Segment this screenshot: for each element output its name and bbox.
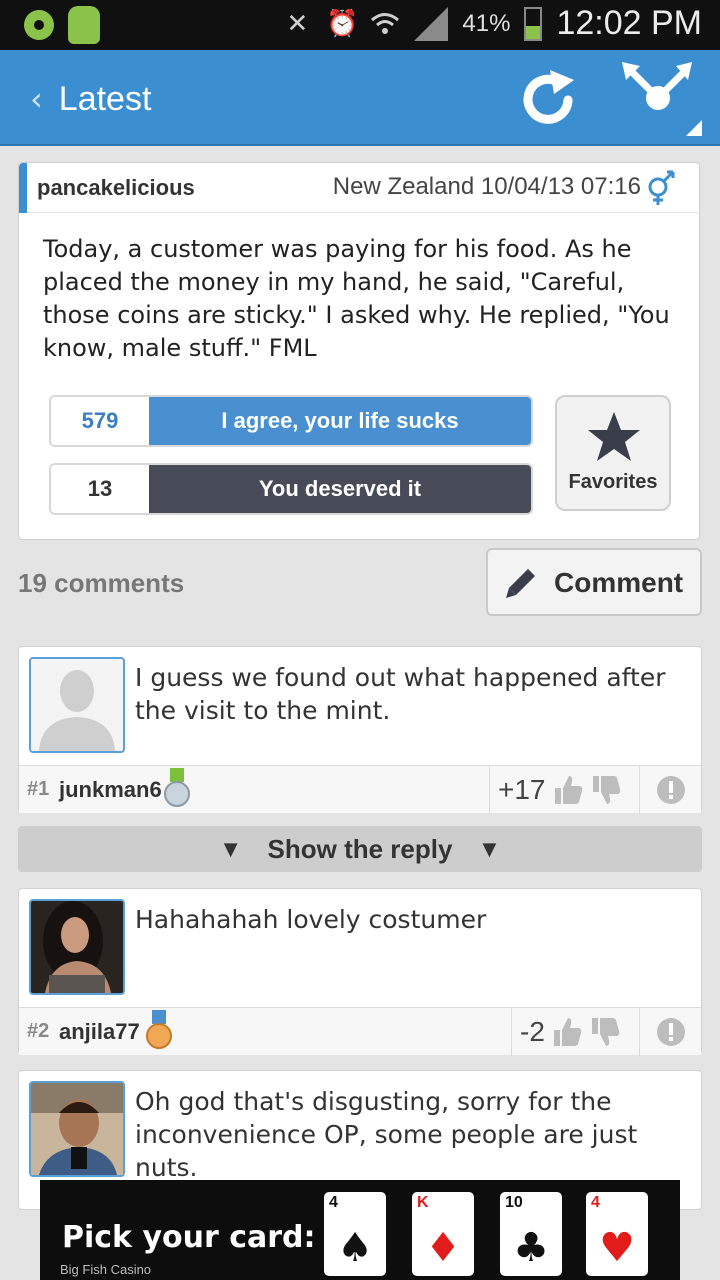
triangle-down-icon: ▼ [482,838,497,860]
pencil-icon [506,569,535,598]
show-reply-label: Show the reply [267,833,453,864]
triangle-down-icon: ▼ [223,838,238,860]
deserved-count: 13 [51,465,149,513]
heart-icon: ♥ [599,1225,635,1271]
comment-author[interactable]: junkman6 [59,777,162,803]
show-reply-button[interactable]: ▼ Show the reply ▼ [18,826,702,872]
agree-label: I agree, your life sucks [149,397,531,445]
ad-text: Pick your card: [62,1220,316,1255]
user-photo-icon [31,1083,123,1175]
thumbs-down-icon[interactable] [590,774,622,806]
comment-vote-box: -2 [511,1008,621,1056]
comment-number: #1 [27,778,50,800]
comment-vote-box: +17 [489,766,622,814]
favorites-button[interactable]: Favorites [555,395,671,511]
gender-symbol-icon [648,170,675,205]
default-avatar-icon [31,659,123,751]
comment-footer: #1 junkman6 +17 [19,765,701,814]
deserved-label: You deserved it [149,465,531,513]
battery-icon [524,6,543,41]
comment-text: I guess we found out what happened after… [135,663,666,725]
thumbs-up-icon[interactable] [551,1016,583,1048]
thumbs-up-icon[interactable] [552,774,584,806]
diamond-icon: ♦ [425,1225,461,1271]
avatar[interactable] [29,657,125,753]
comment-button[interactable]: Comment [486,548,702,616]
deserved-button[interactable]: 13 You deserved it [49,463,533,515]
exclamation-icon [656,1018,685,1046]
post-author[interactable]: pancakelicious [37,175,195,201]
ad-banner[interactable]: Pick your card: Big Fish Casino 4 ♠ K ♦ … [40,1180,680,1280]
report-button[interactable] [639,1008,701,1056]
alarm-icon: ⏰ [326,8,359,39]
comment-text: Hahahahah lovely costumer [135,905,487,934]
comment-card: Hahahahah lovely costumer #2 anjila77 -2 [18,888,702,1056]
club-icon: ♣ [513,1225,549,1271]
post-card: pancakelicious New Zealand 10/04/13 07:1… [18,162,701,540]
comment-text: Oh god that's disgusting, sorry for the … [135,1087,638,1182]
playing-card: 10 ♣ [500,1192,562,1276]
agree-button[interactable]: 579 I agree, your life sucks [49,395,533,447]
exclamation-icon [656,776,685,804]
comment-number: #2 [27,1020,50,1042]
gender-filter-button[interactable] [616,58,706,142]
gender-filter-icon [622,62,702,136]
comment-score: -2 [520,1016,545,1047]
post-meta: New Zealand 10/04/13 07:16 [332,173,641,200]
chevron-left-icon: ‹ [30,80,43,118]
ad-brand: Big Fish Casino [60,1262,152,1277]
comment-footer: #2 anjila77 -2 [19,1007,701,1056]
refresh-icon [523,70,574,124]
avatar[interactable] [29,899,125,995]
comments-count: 19 comments [18,568,185,598]
status-bar: ✕ ⏰ 41% 12:02 PM [0,0,720,50]
wifi-signal-icon [370,9,400,39]
back-button[interactable]: ‹ Latest [30,74,151,124]
post-header: pancakelicious New Zealand 10/04/13 07:1… [19,163,701,213]
cell-signal-icon [414,6,449,41]
clock: 12:02 PM [556,4,702,42]
comment-score: +17 [498,774,546,805]
comment-card: I guess we found out what happened after… [18,646,702,814]
refresh-button[interactable] [516,68,580,132]
favorites-label: Favorites [568,471,658,493]
user-photo-icon [31,901,123,993]
action-bar: ‹ Latest [0,50,720,146]
report-button[interactable] [639,766,701,814]
android-icon [68,6,100,44]
thumbs-down-icon[interactable] [589,1016,621,1048]
spade-icon: ♠ [337,1225,373,1271]
avatar[interactable] [29,1081,125,1177]
page-title: Latest [58,79,152,118]
mute-icon: ✕ [286,8,309,39]
playing-card: 4 ♠ [324,1192,386,1276]
comment-author[interactable]: anjila77 [59,1019,140,1045]
playing-card: 4 ♥ [586,1192,648,1276]
battery-percent: 41% [462,9,511,37]
agree-count: 579 [51,397,149,445]
comment-button-label: Comment [554,567,684,598]
playing-card: K ♦ [412,1192,474,1276]
bronze-medal-icon [146,1010,172,1049]
wifi-icon [24,10,54,40]
silver-medal-icon [164,768,190,807]
star-icon [588,412,640,461]
post-body: Today, a customer was paying for his foo… [43,235,670,362]
